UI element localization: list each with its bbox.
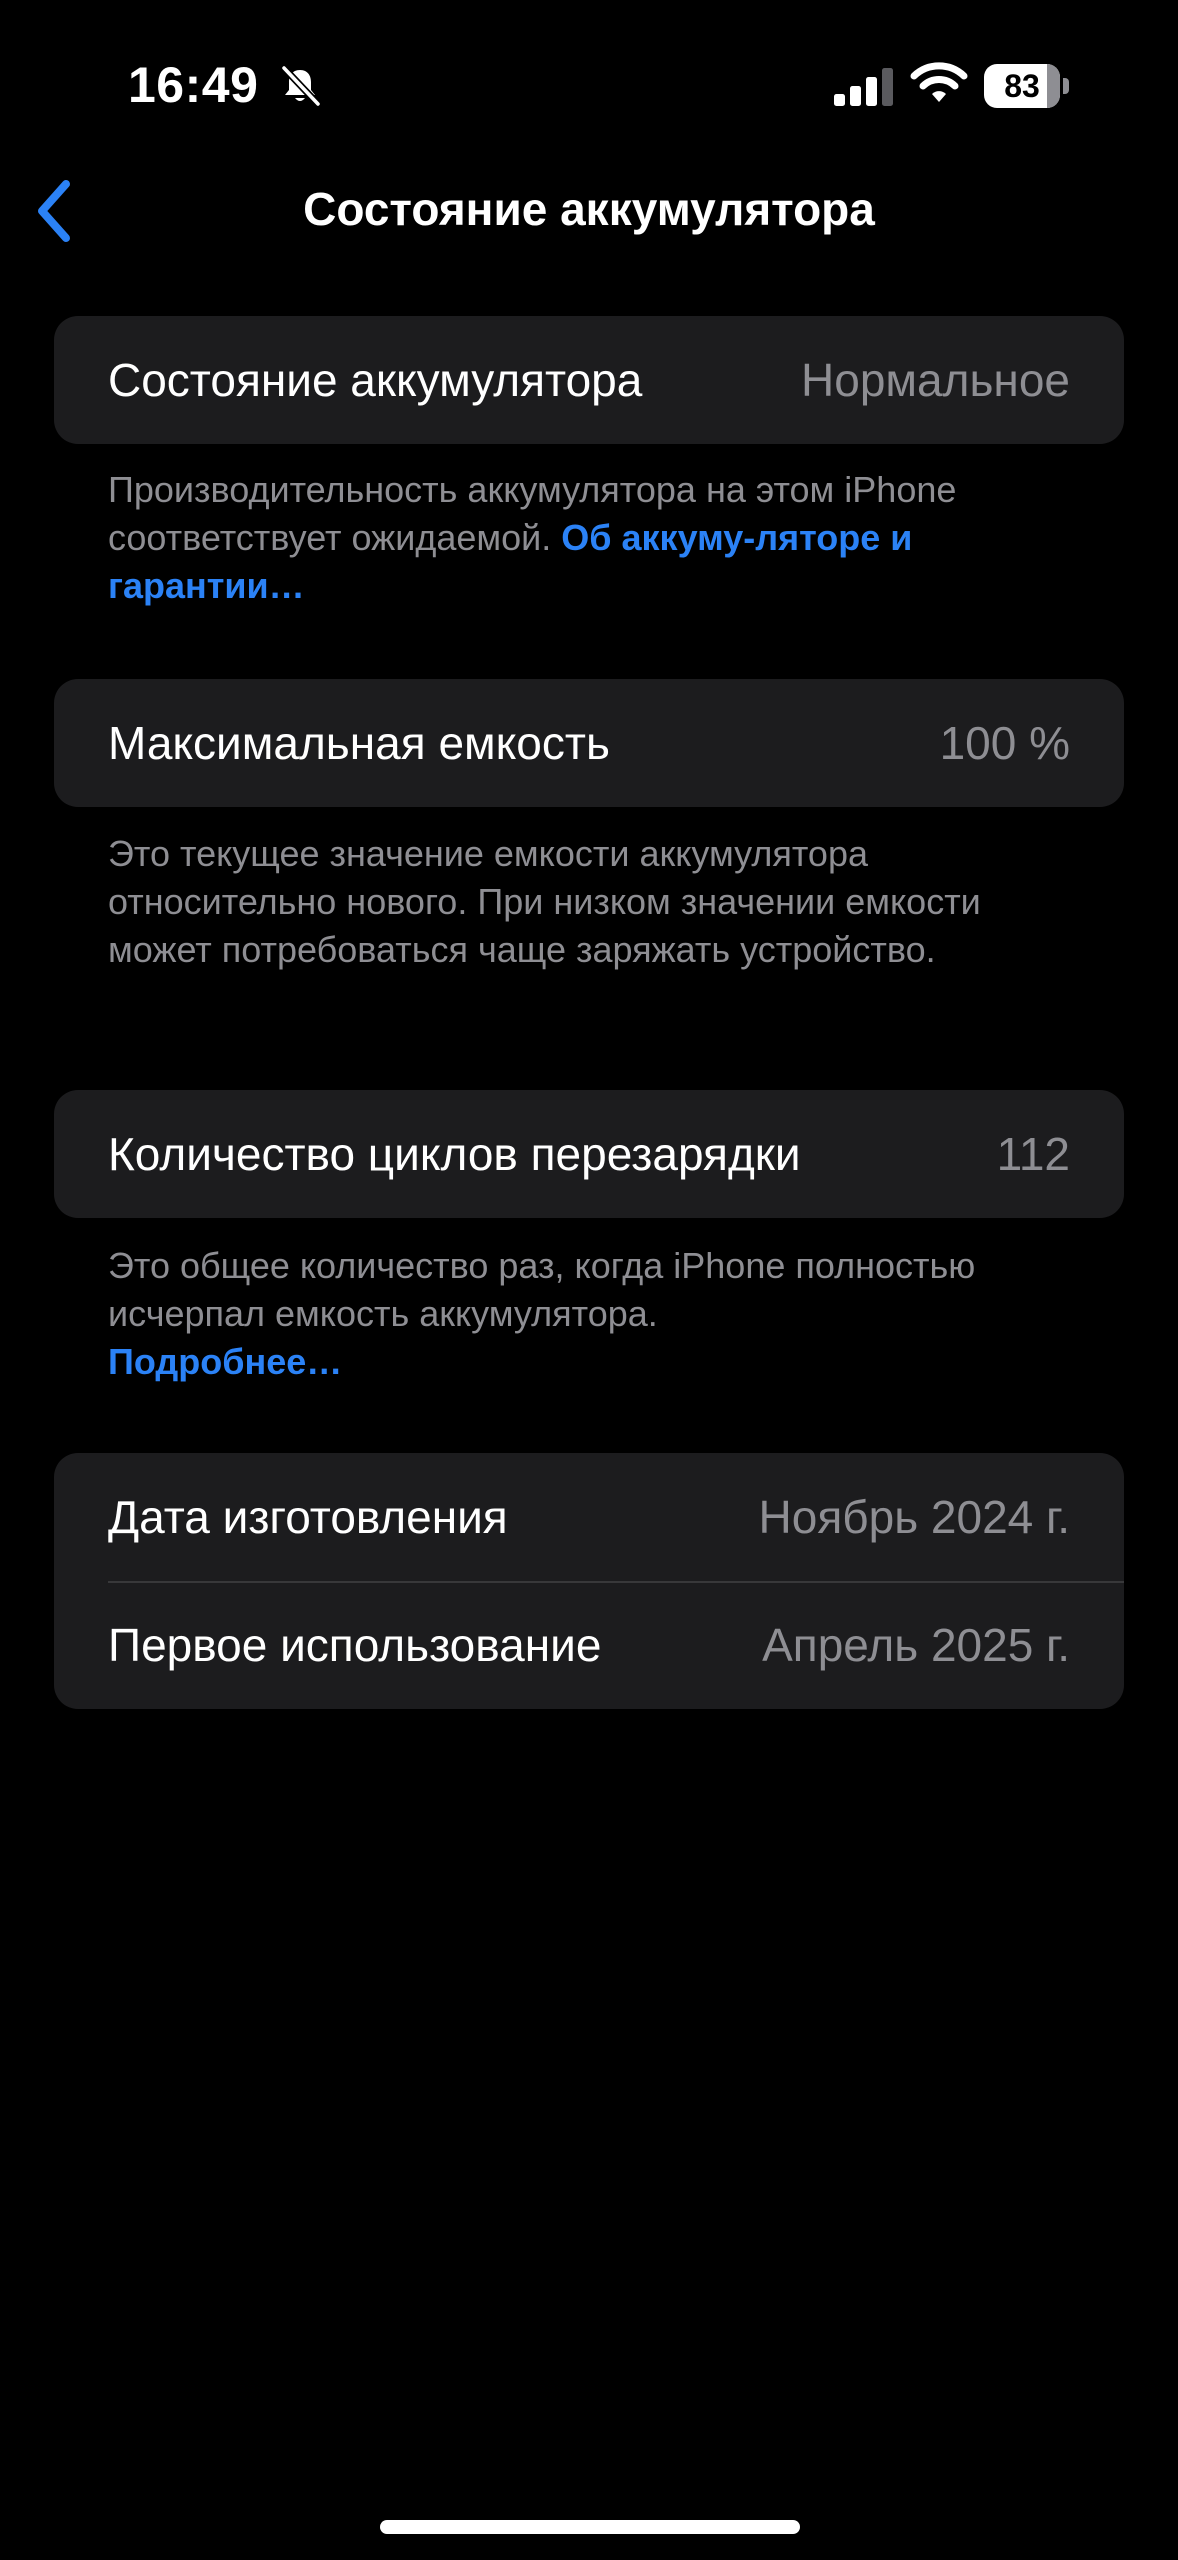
battery-dates-group: Дата изготовления Ноябрь 2024 г. Первое … <box>54 1453 1124 1709</box>
battery-percent: 83 <box>1004 68 1040 104</box>
battery-health-value: Нормальное <box>801 354 1070 406</box>
max-capacity-value: 100 % <box>939 717 1070 769</box>
cycle-count-cell: Количество циклов перезарядки 112 <box>54 1090 1124 1218</box>
max-capacity-label: Максимальная емкость <box>108 717 610 769</box>
navigation-bar: Состояние аккумулятора <box>0 160 1178 260</box>
max-capacity-footnote: Это текущее значение емкости аккумулятор… <box>108 833 981 970</box>
cycle-count-footnote: Это общее количество раз, когда iPhone п… <box>108 1245 976 1382</box>
page-title: Состояние аккумулятора <box>303 183 875 235</box>
wifi-icon <box>910 62 968 102</box>
cycle-count-label: Количество циклов перезарядки <box>108 1128 801 1180</box>
cycle-count-value: 112 <box>996 1128 1070 1180</box>
manufacture-date-label: Дата изготовления <box>108 1491 508 1543</box>
battery-health-label: Состояние аккумулятора <box>108 354 643 406</box>
first-use-label: Первое использование <box>108 1619 602 1671</box>
learn-more-link[interactable]: Подробнее… <box>108 1341 342 1382</box>
max-capacity-cell: Максимальная емкость 100 % <box>54 679 1124 807</box>
status-bar: 16:49 83 <box>0 0 1178 170</box>
manufacture-date-value: Ноябрь 2024 г. <box>758 1491 1070 1543</box>
bell-slash-icon <box>280 64 322 108</box>
battery-health-footnote: Производительность аккумулятора на этом … <box>108 469 957 606</box>
battery-icon: 83 <box>984 64 1060 108</box>
battery-indicator: 83 <box>984 64 1070 108</box>
first-use-row: Первое использование Апрель 2025 г. <box>54 1581 1124 1709</box>
cellular-signal-icon <box>834 68 893 106</box>
manufacture-date-row: Дата изготовления Ноябрь 2024 г. <box>54 1453 1124 1581</box>
status-time: 16:49 <box>128 57 259 113</box>
battery-health-cell: Состояние аккумулятора Нормальное <box>54 316 1124 444</box>
first-use-value: Апрель 2025 г. <box>762 1619 1070 1671</box>
home-indicator[interactable] <box>380 2520 800 2534</box>
